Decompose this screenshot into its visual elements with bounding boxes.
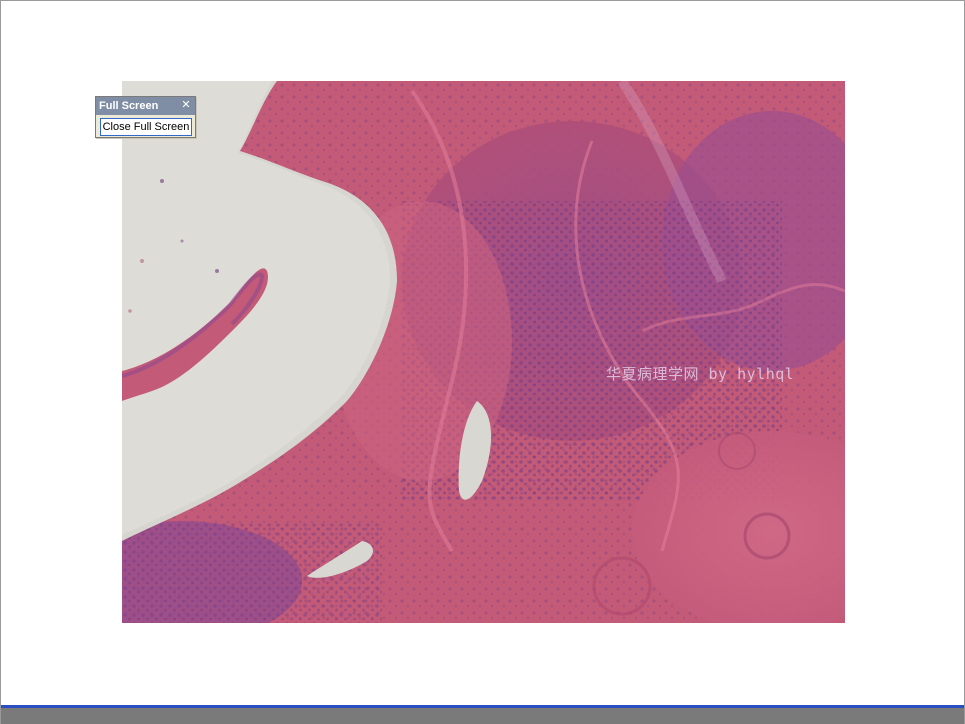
image-watermark: 华夏病理学网 by hylhql [606,365,795,383]
bottom-bar [1,705,964,724]
full-screen-toolbar: Full Screen ✕ Close Full Screen [95,96,196,138]
close-full-screen-button[interactable]: Close Full Screen [100,118,192,136]
histology-image-graphic [122,81,845,623]
toolbar-title: Full Screen [99,100,159,112]
toolbar-titlebar: Full Screen ✕ [96,97,195,115]
histology-image: 华夏病理学网 by hylhql [122,81,845,623]
close-icon[interactable]: ✕ [180,98,192,112]
fullscreen-viewer: 华夏病理学网 by hylhql Full Screen ✕ Close Ful… [0,0,965,724]
